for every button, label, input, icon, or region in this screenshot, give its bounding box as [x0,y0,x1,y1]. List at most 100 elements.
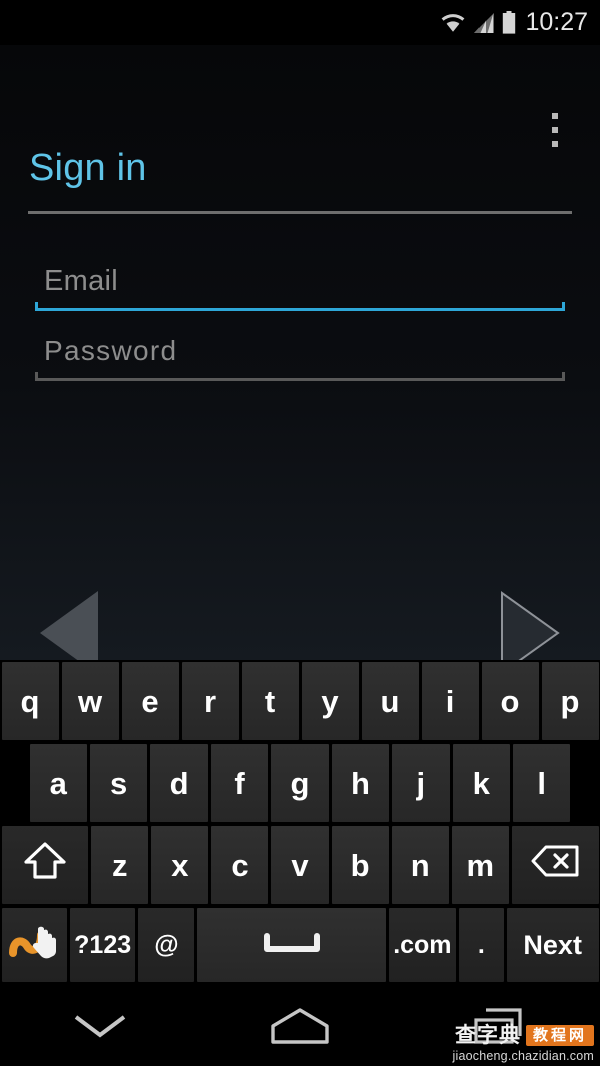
key-e[interactable]: e [121,662,179,740]
underline-tick-right [562,302,565,311]
key-label: x [171,847,189,883]
password-input[interactable]: Password [35,330,565,372]
key-label: o [500,683,520,719]
key-p[interactable]: p [541,662,599,740]
key-v[interactable]: v [271,826,329,904]
system-navigation-bar [0,985,600,1066]
key-d[interactable]: d [150,744,208,822]
key-label: a [49,765,67,801]
keyboard-row-4: ?123 @ .com . Next [0,906,600,985]
key-w[interactable]: w [61,662,119,740]
key-label: h [350,765,370,801]
key-dot-com[interactable]: .com [388,908,456,982]
key-period[interactable]: . [458,908,504,982]
password-underline [35,372,565,383]
key-symbols[interactable]: ?123 [69,908,136,982]
key-label: q [20,683,40,719]
key-m[interactable]: m [451,826,509,904]
chevron-down-hide-keyboard-icon[interactable] [0,985,200,1066]
underline-bar [35,308,565,311]
key-label: v [291,847,309,883]
key-k[interactable]: k [452,744,510,822]
cellular-signal-icon [473,12,495,34]
status-bar-icons [440,11,516,34]
keyboard-row-3: z x c v b n m [0,824,600,906]
status-bar: 10:27 [0,0,600,45]
keyboard-row-2: a s d f g h j k l [0,742,600,824]
onscreen-keyboard[interactable]: q w e r t y u i o p a s d f g h j k l z … [0,660,600,985]
key-label: f [234,765,245,801]
key-b[interactable]: b [331,826,389,904]
overflow-dot [552,113,558,119]
key-i[interactable]: i [421,662,479,740]
key-label: p [560,683,580,719]
key-at-sign[interactable]: @ [138,908,195,982]
key-z[interactable]: z [91,826,149,904]
key-h[interactable]: h [331,744,390,822]
key-label: m [466,847,495,883]
key-label: r [203,683,217,719]
key-label: . [477,930,485,959]
key-label: c [231,847,249,883]
key-y[interactable]: y [301,662,359,740]
key-f[interactable]: f [210,744,269,822]
overflow-dot [552,127,558,133]
key-label: s [110,765,128,801]
key-label: z [112,847,128,883]
key-u[interactable]: u [361,662,419,740]
key-label: k [472,765,490,801]
overflow-dot [552,141,558,147]
backspace-icon [530,844,580,886]
android-signin-screen: 10:27 Sign in Email Password q w e r t y… [0,0,600,1066]
key-r[interactable]: r [181,662,239,740]
key-label: y [321,683,339,719]
key-a[interactable]: a [29,744,87,822]
key-label: w [77,683,103,719]
signin-content: Sign in Email Password [0,45,600,675]
key-label: b [350,847,370,883]
page-title: Sign in [29,147,147,189]
key-label: t [264,683,276,719]
wifi-icon [440,12,466,34]
key-label: n [410,847,430,883]
key-space[interactable] [197,908,386,982]
key-label: j [416,765,426,801]
key-t[interactable]: t [241,662,299,740]
key-label: .com [393,930,452,959]
key-next[interactable]: Next [506,908,599,982]
key-s[interactable]: s [89,744,148,822]
key-label: l [537,765,547,801]
key-g[interactable]: g [271,744,329,822]
recent-apps-icon[interactable] [400,985,600,1066]
home-pentagon-icon[interactable] [200,985,400,1066]
key-l[interactable]: l [513,744,571,822]
spacebar-icon [263,927,320,963]
key-label: e [141,683,159,719]
key-q[interactable]: q [1,662,59,740]
gesture-swipe-hand-icon [7,921,61,969]
key-j[interactable]: j [392,744,450,822]
underline-tick-right [562,372,565,381]
key-label: @ [154,930,179,959]
key-n[interactable]: n [391,826,449,904]
key-o[interactable]: o [481,662,539,740]
email-underline [35,302,565,313]
key-x[interactable]: x [151,826,209,904]
key-c[interactable]: c [211,826,269,904]
key-gesture-typing[interactable] [1,908,67,982]
key-label: d [169,765,189,801]
keyboard-row-1: q w e r t y u i o p [0,660,600,742]
shift-arrow-up-icon [22,840,68,890]
email-field[interactable]: Email [35,260,565,313]
email-input[interactable]: Email [35,260,565,302]
key-shift[interactable] [1,826,89,904]
underline-bar [35,378,565,381]
key-backspace[interactable] [511,826,599,904]
title-divider [28,211,572,214]
overflow-menu-icon[interactable] [548,113,562,147]
key-label: u [380,683,400,719]
status-bar-clock: 10:27 [525,8,588,36]
key-label: ?123 [74,930,132,959]
password-field[interactable]: Password [35,330,565,383]
key-label: Next [523,929,582,960]
